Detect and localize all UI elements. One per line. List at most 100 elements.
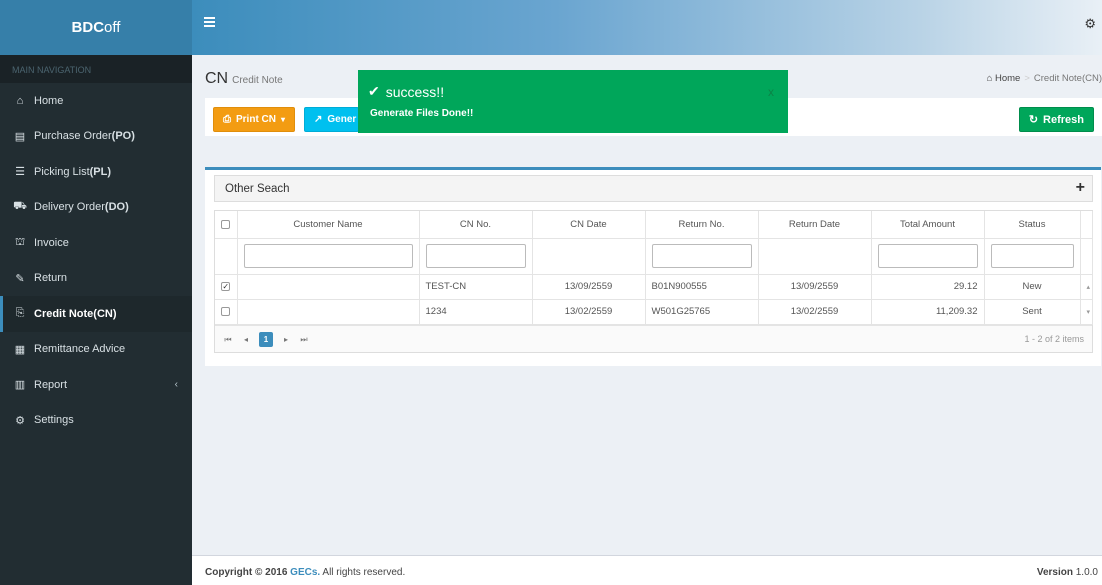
brand-rest: off <box>104 19 121 36</box>
generate-button[interactable]: ↗ Gener <box>304 107 359 132</box>
last-page-icon[interactable]: ⏭ <box>297 332 311 347</box>
brand-bold: BDC <box>71 19 105 36</box>
column-header-status[interactable]: Status <box>984 211 1081 239</box>
sidebar-item-purchase-order[interactable]: ▤ Purchase Order (PO) <box>0 119 192 155</box>
select-all-checkbox[interactable] <box>221 219 231 229</box>
sidebar-item-settings[interactable]: ⚙ Settings <box>0 403 192 439</box>
toast-title-text: success!! <box>385 83 445 100</box>
filter-cn-no-input[interactable] <box>425 244 526 268</box>
plus-icon[interactable]: + <box>1076 179 1085 197</box>
copyright-suffix: All rights reserved. <box>320 567 406 578</box>
breadcrumb: ⌂ Home > Credit Note(CN) <box>987 73 1102 84</box>
file-icon: ▤ <box>14 130 26 143</box>
filter-total-amount-input[interactable] <box>877 244 978 268</box>
column-header-return-no[interactable]: Return No. <box>645 211 759 239</box>
row-checkbox[interactable] <box>221 306 231 316</box>
calendar-icon: ▦ <box>14 343 26 356</box>
refresh-label: Refresh <box>1043 113 1084 126</box>
credit-note-icon: ⎘ <box>15 307 25 320</box>
table-row[interactable]: ✓ TEST-CN 13/09/2559 B01N900555 13/09/25… <box>215 274 1093 300</box>
sidebar-item-report[interactable]: ▥ Report ‹ <box>0 367 192 403</box>
column-header-cn-no[interactable]: CN No. <box>419 211 533 239</box>
company-link[interactable]: GECs. <box>290 567 320 578</box>
next-page-icon[interactable]: ▸ <box>279 332 293 347</box>
menu-toggle-icon[interactable] <box>204 15 218 29</box>
refresh-icon: ↻ <box>1028 114 1039 126</box>
scroll-down-icon[interactable]: ▾ <box>1080 299 1093 325</box>
sidebar-item-picking-list[interactable]: ☰ Picking List (PL) <box>0 154 192 190</box>
scrollbar-header <box>1080 211 1093 239</box>
gears-icon[interactable]: ⚙ <box>1084 16 1096 32</box>
success-toast: ✔ success!! Generate Files Done!! x <box>358 70 788 133</box>
cell-cn-no: TEST-CN <box>419 274 533 300</box>
generate-label: Gener <box>327 114 357 125</box>
external-link-icon: ↗ <box>314 114 323 125</box>
refresh-button[interactable]: ↻ Refresh <box>1018 107 1094 132</box>
copyright: Copyright © 2016 GECs. All rights reserv… <box>205 567 405 578</box>
sidebar-item-home[interactable]: ⌂ Home <box>0 83 192 119</box>
brand-logo[interactable]: BDC off <box>0 0 192 55</box>
sidebar-item-invoice[interactable]: ⛫ Invoice <box>0 225 192 261</box>
sidebar-item-label: Picking List <box>34 165 90 178</box>
select-all-header <box>215 211 238 239</box>
copyright-prefix: Copyright © 2016 <box>205 567 291 578</box>
page-number-current[interactable]: 1 <box>259 331 273 347</box>
filter-cell-empty <box>215 238 238 275</box>
truck-icon: ⛟ <box>13 200 27 213</box>
sidebar-item-delivery-order[interactable]: ⛟ Delivery Order (DO) <box>0 190 192 226</box>
sidebar-item-label: Home <box>34 94 64 107</box>
filter-cell-empty <box>532 238 646 275</box>
toast-title: ✔ success!! <box>368 83 444 100</box>
column-header-cn-date[interactable]: CN Date <box>532 211 646 239</box>
sidebar-item-return[interactable]: ✎ Return <box>0 261 192 297</box>
sidebar-item-abbr: (PO) <box>111 130 135 143</box>
credit-note-panel: Other Seach + Customer Name CN No. CN Da… <box>205 167 1101 366</box>
row-checkbox-cell <box>215 299 238 325</box>
filter-cell <box>237 238 420 275</box>
filter-customer-name-input[interactable] <box>243 244 413 268</box>
page-subtitle: Credit Note <box>232 75 283 86</box>
sidebar: BDC off MAIN NAVIGATION ⌂ Home ▤ Purchase O… <box>0 0 192 585</box>
cell-cn-no: 1234 <box>419 299 533 325</box>
sidebar-item-label: Remittance Advice <box>34 343 126 356</box>
page-title: CN Credit Note <box>205 70 283 88</box>
sidebar-item-remittance-advice[interactable]: ▦ Remittance Advice <box>0 332 192 368</box>
breadcrumb-home[interactable]: Home <box>995 73 1020 84</box>
filter-cell-empty <box>758 238 872 275</box>
credit-note-grid: Customer Name CN No. CN Date Return No. … <box>214 210 1093 353</box>
breadcrumb-separator: > <box>1024 73 1030 84</box>
print-icon: ⎙ <box>223 114 231 125</box>
column-header-return-date[interactable]: Return Date <box>758 211 872 239</box>
prev-page-icon[interactable]: ◂ <box>239 332 253 347</box>
scrollbar-cell <box>1080 238 1093 275</box>
first-page-icon[interactable]: ⏮ <box>221 332 235 347</box>
cell-return-no: B01N900555 <box>645 274 759 300</box>
column-header-customer-name[interactable]: Customer Name <box>237 211 420 239</box>
toast-close-button[interactable]: x <box>768 85 774 99</box>
page-title-text: CN <box>205 70 229 87</box>
other-search-label: Other Seach <box>225 183 290 195</box>
other-search-bar[interactable]: Other Seach + <box>214 175 1093 202</box>
chevron-left-icon: ‹ <box>174 379 178 391</box>
row-checkbox-cell: ✓ <box>215 274 238 300</box>
home-icon: ⌂ <box>986 73 995 84</box>
column-header-total-amount[interactable]: Total Amount <box>871 211 985 239</box>
version-number: 1.0.0 <box>1072 567 1098 578</box>
sidebar-item-credit-note[interactable]: ⎘ Credit Note (CN) <box>0 296 192 332</box>
table-row[interactable]: 1234 13/02/2559 W501G25765 13/02/2559 11… <box>215 299 1093 325</box>
pager-info: 1 - 2 of 2 items <box>1024 333 1084 344</box>
cell-status: Sent <box>984 299 1081 325</box>
version-label: Version <box>1036 567 1073 578</box>
filter-status-input[interactable] <box>990 244 1074 268</box>
sidebar-item-label: Invoice <box>34 236 69 249</box>
sidebar-item-label: Purchase Order <box>34 130 112 143</box>
scroll-up-icon[interactable]: ▴ <box>1080 274 1093 300</box>
filter-cell <box>419 238 533 275</box>
sidebar-item-abbr: (CN) <box>93 307 117 320</box>
print-cn-button[interactable]: ⎙ Print CN ▾ <box>213 107 296 132</box>
filter-cell <box>645 238 759 275</box>
filter-return-no-input[interactable] <box>651 244 752 268</box>
cell-return-no: W501G25765 <box>645 299 759 325</box>
row-checkbox-checked[interactable]: ✓ <box>221 281 231 291</box>
sidebar-item-label: Delivery Order <box>34 201 105 214</box>
